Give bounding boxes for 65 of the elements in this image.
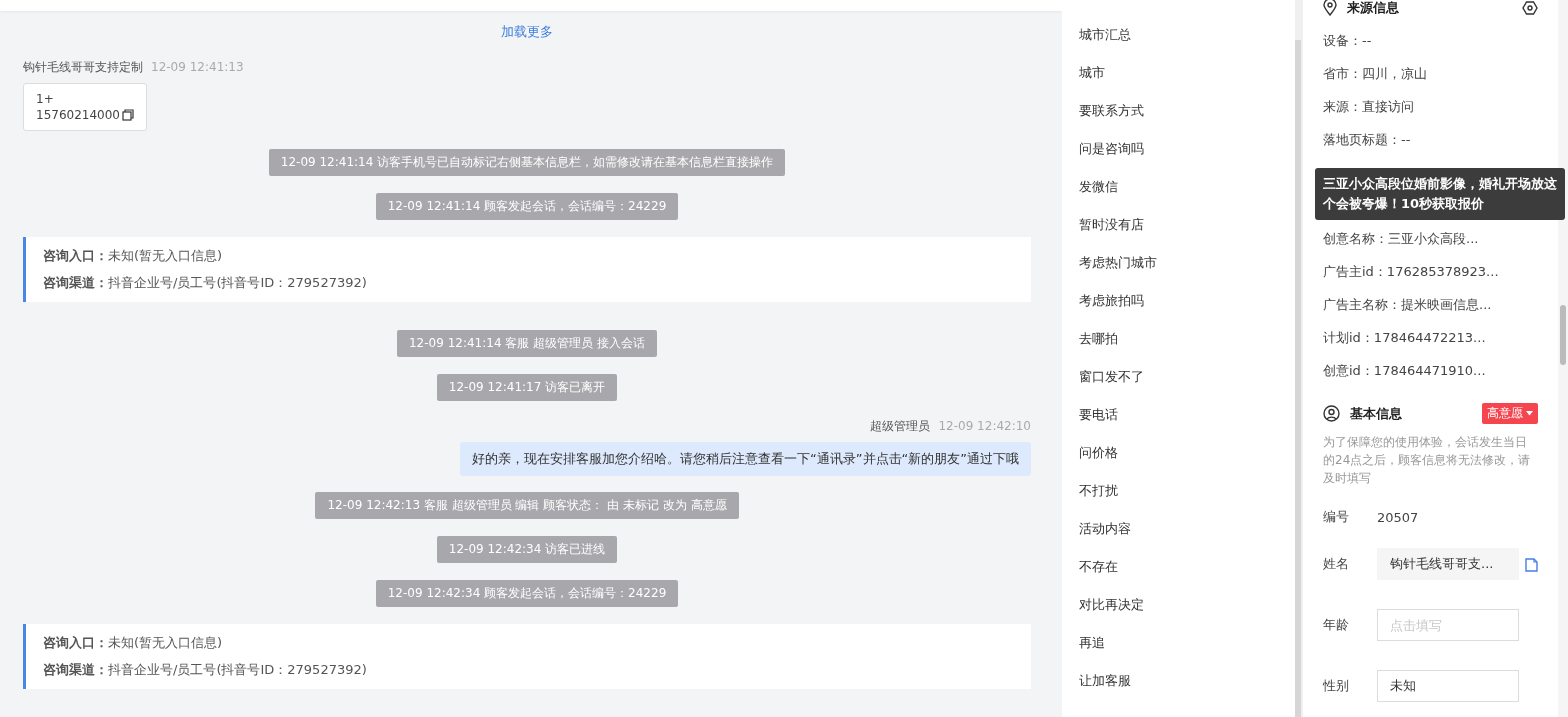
scrollbar-thumb[interactable] [1560,305,1566,365]
section-title: 基本信息 [1350,404,1403,423]
load-more-link[interactable]: 加载更多 [501,23,553,41]
caret-icon [1526,411,1533,417]
quick-reply-item[interactable]: 去哪拍 [1062,330,1295,368]
quick-reply-item[interactable]: 城市 [1062,64,1295,102]
quick-reply-item[interactable]: 城市汇总 [1062,26,1295,64]
quick-reply-item[interactable]: 问是咨询吗 [1062,140,1295,178]
quick-reply-item[interactable]: 暂时没有店 [1062,216,1295,254]
system-notice: 12-09 12:41:14 顾客发起会话，会话编号：24229 [375,193,679,220]
gender-select[interactable]: 未知 [1377,670,1519,703]
scrollbar-thumb[interactable] [1295,40,1301,717]
visitor-message: 1+ 15760214000 [23,83,147,131]
source-info-row-text: 创意名称：三亚小众高段... [1323,229,1480,248]
quick-reply-item[interactable]: 不打扰 [1062,482,1295,520]
consult-info-line: 咨询渠道：抖音企业号/员工号(抖音号ID：279527392) [43,274,368,292]
quick-reply-item[interactable]: 考虑热门城市 [1062,254,1295,292]
agent-message: 好的亲，现在安排客服加您介绍哈。请您稍后注意查看一下“通讯录”并点击“新的朋友”通过下哦 [460,442,1031,476]
system-notice: 12-09 12:41:14 客服 超级管理员 接入会话 [397,330,657,357]
quick-reply-item[interactable]: 对比再决定 [1062,596,1295,634]
quick-reply-item[interactable]: 要电话 [1062,406,1295,444]
source-info-row-text: 设备：-- [1323,31,1373,50]
visitor-name: 钩针毛线哥哥支持定制 [23,59,143,76]
field-label: 编号 [1323,508,1350,527]
system-notice: 12-09 12:42:34 顾客发起会话，会话编号：24229 [375,580,679,607]
tooltip: 三亚小众高段位婚前影像，婚礼开场放这个会被夸爆！10秒获取报价 [1315,168,1565,220]
field-label: 年龄 [1323,616,1350,635]
field-value: 20507 [1377,509,1419,525]
consult-info-line: 咨询入口：未知(暂无入口信息) [43,634,224,652]
section-title: 来源信息 [1347,0,1400,17]
consult-info-line: 咨询渠道：抖音企业号/员工号(抖音号ID：279527392) [43,661,368,679]
system-notice: 12-09 12:41:14 访客手机号已自动标记右侧基本信息栏，如需修改请在基本信息栏直接操作 [268,149,786,176]
consult-info-line: 咨询入口：未知(暂无入口信息) [43,247,224,265]
source-info-row-text: 创意id：178464471910... [1323,361,1487,380]
system-notice: 12-09 12:41:17 访客已离开 [436,374,618,401]
message-time: 12-09 12:42:10 [938,419,1031,433]
quick-reply-item[interactable]: 再追 [1062,634,1295,672]
location-pin-icon [1323,0,1337,17]
source-info-row-text: 来源：直接访问 [1323,97,1415,116]
quick-reply-item[interactable]: 问价格 [1062,444,1295,482]
message-time: 12-09 12:41:13 [151,60,244,74]
field-label: 姓名 [1323,555,1350,574]
notice-text: 为了保障您的使用体验，会话发生当日的24点之后，顾客信息将无法修改，请及时填写 [1323,433,1532,487]
name-field[interactable]: 钩针毛线哥哥支... [1377,548,1519,581]
quick-reply-item[interactable]: 不存在 [1062,558,1295,596]
system-notice: 12-09 12:42:13 客服 超级管理员 编辑 顾客状态： 由 未标记 改为 高意愿 [315,492,739,519]
source-info-row-text: 广告主id：176285378923... [1323,262,1500,281]
field-label: 性别 [1323,677,1350,696]
settings-icon[interactable] [1522,0,1538,16]
quick-reply-item[interactable]: 窗口发不了 [1062,368,1295,406]
system-notice: 12-09 12:42:34 访客已进线 [436,536,618,563]
quick-reply-item[interactable]: 要联系方式 [1062,102,1295,140]
user-circle-icon [1323,405,1340,423]
copy-icon[interactable] [122,109,134,121]
source-info-row-text: 计划id：178464472213... [1323,328,1487,347]
copy-icon[interactable] [1525,556,1538,572]
quick-reply-item[interactable]: 让加客服 [1062,672,1295,710]
quick-reply-item[interactable]: 发微信 [1062,178,1295,216]
agent-name: 超级管理员 [870,418,931,435]
source-info-row-text: 广告主名称：提米映画信息... [1323,295,1493,314]
source-info-row-text: 落地页标题：-- [1323,130,1412,149]
intent-tag-dropdown[interactable]: 高意愿 [1482,403,1538,425]
quick-reply-item[interactable]: 活动内容 [1062,520,1295,558]
source-info-row-text: 省市：四川，凉山 [1323,64,1428,83]
quick-reply-item[interactable]: 考虑旅拍吗 [1062,292,1295,330]
